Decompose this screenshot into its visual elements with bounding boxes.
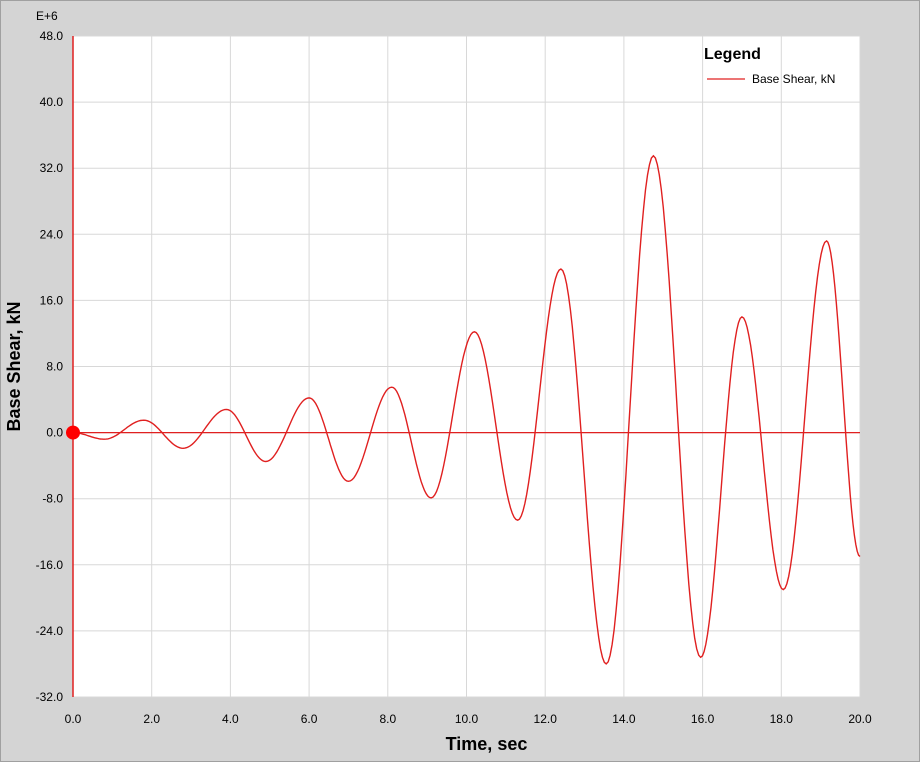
y-tick-label: -24.0 [36, 624, 64, 638]
y-axis-title: Base Shear, kN [4, 301, 24, 431]
y-tick-labels: 48.0 40.0 32.0 24.0 16.0 8.0 0.0 -8.0 -16.0 -24.0… [36, 29, 64, 704]
x-tick-label: 6.0 [301, 712, 318, 726]
y-tick-label: 32.0 [40, 161, 64, 175]
x-axis-title: Time, sec [446, 734, 528, 754]
x-tick-labels: 0.0 2.0 4.0 6.0 8.0 10.0 12.0 14.0 16.0 18.0 20.0 [65, 712, 872, 726]
x-tick-label: 14.0 [612, 712, 636, 726]
x-tick-label: 20.0 [848, 712, 872, 726]
y-tick-label: -16.0 [36, 558, 64, 572]
x-tick-label: 10.0 [455, 712, 479, 726]
y-tick-label: 48.0 [40, 29, 64, 43]
x-tick-label: 16.0 [691, 712, 715, 726]
y-tick-label: 0.0 [46, 426, 63, 440]
y-tick-label: 16.0 [40, 293, 64, 307]
legend-title: Legend [704, 46, 761, 63]
origin-marker [66, 425, 80, 440]
y-axis-multiplier: E+6 [36, 9, 58, 23]
y-tick-label: 24.0 [40, 227, 64, 241]
x-tick-label: 4.0 [222, 712, 239, 726]
line-chart: E+6 0.0 2.0 4.0 6.0 8.0 10.0 12.0 14.0 16.0 18.0 2… [4, 9, 872, 754]
x-tick-label: 8.0 [379, 712, 396, 726]
x-tick-label: 18.0 [770, 712, 794, 726]
y-tick-label: 40.0 [40, 95, 64, 109]
x-tick-label: 2.0 [143, 712, 160, 726]
x-tick-label: 12.0 [534, 712, 558, 726]
x-tick-label: 0.0 [65, 712, 82, 726]
y-tick-label: 8.0 [46, 360, 63, 374]
legend-entry: Base Shear, kN [752, 72, 835, 86]
y-tick-label: -32.0 [36, 690, 64, 704]
y-tick-label: -8.0 [42, 492, 63, 506]
